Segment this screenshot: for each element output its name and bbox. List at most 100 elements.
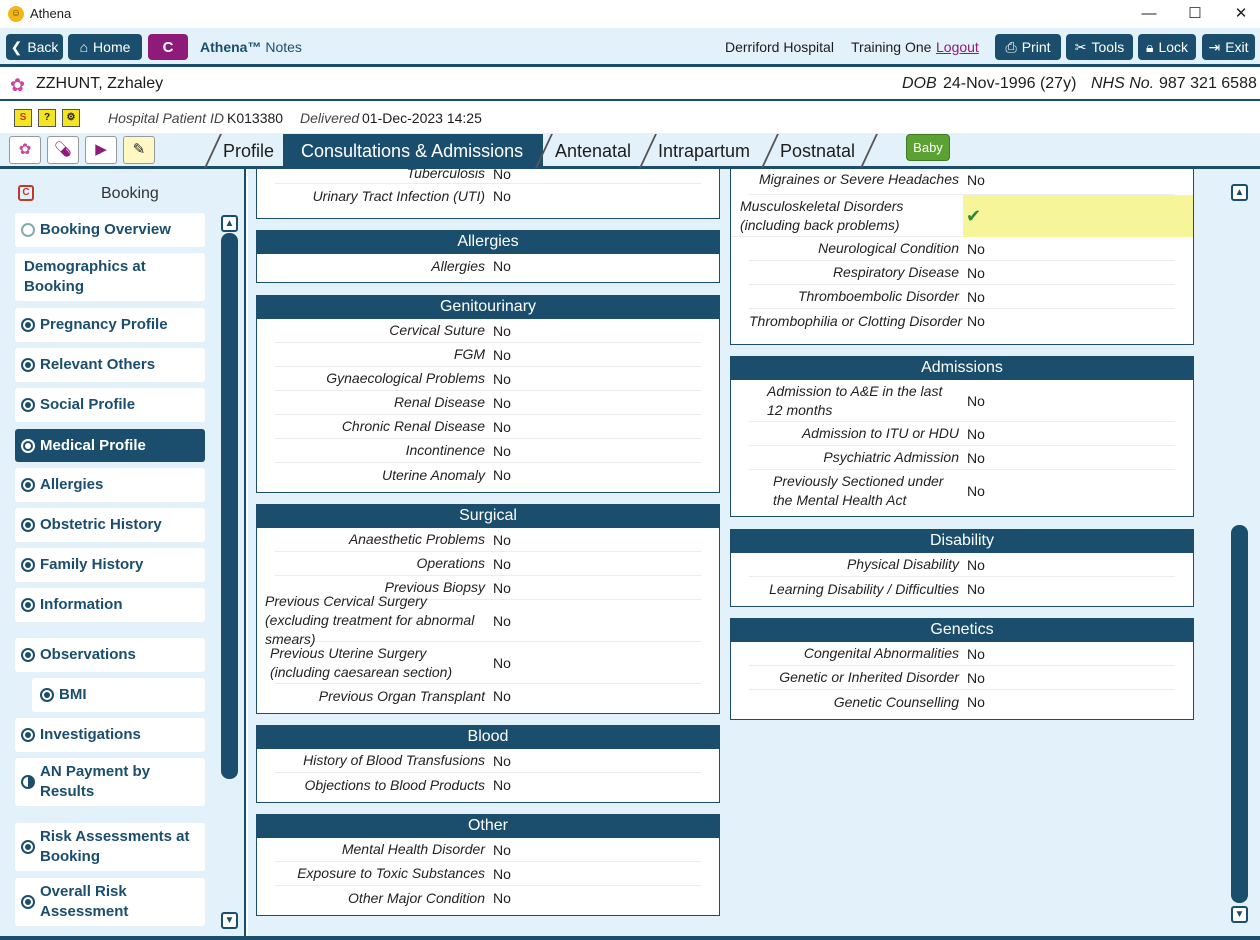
field-value[interactable]: No bbox=[485, 467, 511, 483]
nav-bmi[interactable]: BMI bbox=[32, 678, 205, 712]
field-row: Exposure to Toxic Substances No bbox=[275, 862, 701, 886]
sidebar-scrollbar-thumb[interactable] bbox=[221, 233, 238, 779]
field-value[interactable]: No bbox=[959, 483, 985, 499]
exit-label: Exit bbox=[1225, 39, 1249, 55]
field-value[interactable]: No bbox=[959, 557, 985, 573]
sidebar-scroll-up-icon[interactable]: ▲ bbox=[221, 215, 238, 232]
notes-icon[interactable]: ✎ bbox=[123, 136, 155, 164]
nav-family-history[interactable]: Family History bbox=[15, 548, 205, 582]
nav-risk-assessments[interactable]: Risk Assessments at Booking bbox=[15, 823, 205, 871]
field-value[interactable]: No bbox=[485, 323, 511, 339]
tab-consultations-admissions[interactable]: Consultations & Admissions bbox=[283, 134, 543, 168]
nav-allergies[interactable]: Allergies bbox=[15, 468, 205, 502]
field-value[interactable]: No bbox=[959, 393, 985, 409]
flower-button-icon[interactable]: ✿ bbox=[9, 136, 41, 164]
field-value[interactable]: No bbox=[485, 688, 511, 704]
field-value[interactable]: No bbox=[485, 777, 511, 793]
field-label: Uterine Anomaly bbox=[382, 466, 485, 483]
minimize-button[interactable]: — bbox=[1126, 0, 1172, 28]
tab-intrapartum[interactable]: Intrapartum bbox=[640, 134, 768, 168]
field-value[interactable]: No bbox=[959, 581, 985, 597]
field-value[interactable]: No bbox=[485, 532, 511, 548]
nav-investigations[interactable]: Investigations bbox=[15, 718, 205, 752]
exit-button[interactable]: ⇥ Exit bbox=[1202, 34, 1255, 60]
field-row: Anaesthetic Problems No bbox=[275, 528, 701, 552]
nav-pregnancy-profile[interactable]: Pregnancy Profile bbox=[15, 308, 205, 342]
baby-button[interactable]: Baby bbox=[906, 134, 950, 161]
field-value[interactable]: No bbox=[959, 265, 985, 281]
lock-icon: 🔒︎ bbox=[1145, 38, 1154, 55]
safeguarding-alert-icon[interactable]: S bbox=[14, 109, 32, 127]
nav-an-payment[interactable]: AN Payment by Results bbox=[15, 758, 205, 806]
field-value[interactable]: No bbox=[485, 258, 511, 274]
dob-value: 24-Nov-1996 (27y) bbox=[943, 75, 1077, 92]
field-value[interactable]: No bbox=[959, 241, 985, 257]
nav-obstetric-history[interactable]: Obstetric History bbox=[15, 508, 205, 542]
field-value[interactable]: No bbox=[485, 842, 511, 858]
tab-postnatal[interactable]: Postnatal bbox=[762, 134, 873, 168]
main-scroll-down-icon[interactable]: ▼ bbox=[1231, 906, 1248, 923]
field-value[interactable]: No bbox=[959, 646, 985, 662]
field-value[interactable]: No bbox=[485, 169, 511, 182]
field-value[interactable]: No bbox=[485, 613, 511, 629]
field-value[interactable]: No bbox=[485, 556, 511, 572]
field-value[interactable]: No bbox=[959, 450, 985, 466]
field-value[interactable]: No bbox=[485, 395, 511, 411]
field-value[interactable]: No bbox=[485, 580, 511, 596]
nav-social-profile[interactable]: Social Profile bbox=[15, 388, 205, 422]
back-button[interactable]: ❮ Back bbox=[6, 34, 63, 60]
nav-observations[interactable]: Observations bbox=[15, 638, 205, 672]
print-button[interactable]: ⎙ Print bbox=[995, 34, 1061, 60]
nav-label: Investigations bbox=[40, 726, 141, 743]
nav-relevant-others[interactable]: Relevant Others bbox=[15, 348, 205, 382]
tools-button[interactable]: ✂ Tools bbox=[1066, 34, 1133, 60]
nav-booking-overview[interactable]: Booking Overview bbox=[15, 213, 205, 247]
field-value[interactable]: No bbox=[959, 694, 985, 710]
tab-profile[interactable]: Profile bbox=[205, 134, 292, 168]
blood-panel: Blood History of Blood Transfusions No Ob… bbox=[256, 725, 720, 803]
field-value[interactable]: No bbox=[485, 347, 511, 363]
nav-label: Observations bbox=[40, 646, 136, 663]
home-button[interactable]: ⌂ Home bbox=[68, 34, 142, 60]
window-title: Athena bbox=[30, 6, 72, 21]
tab-antenatal[interactable]: Antenatal bbox=[537, 134, 649, 168]
field-value[interactable]: No bbox=[959, 313, 985, 329]
field-value[interactable]: No bbox=[959, 426, 985, 442]
medication-icon[interactable]: 💊︎ bbox=[47, 136, 79, 164]
checkmark-icon[interactable]: ✔ bbox=[963, 194, 1193, 237]
field-value[interactable]: No bbox=[485, 655, 511, 671]
field-value[interactable]: No bbox=[485, 753, 511, 769]
question-alert-icon[interactable]: ? bbox=[38, 109, 56, 127]
maximize-button[interactable]: ☐ bbox=[1172, 0, 1218, 28]
close-window-button[interactable]: ✕ bbox=[1218, 0, 1260, 28]
nav-medical-profile[interactable]: Medical Profile bbox=[15, 429, 205, 462]
field-value[interactable]: No bbox=[485, 890, 511, 906]
chevron-left-icon: ❮ bbox=[10, 38, 23, 55]
exit-icon: ⇥ bbox=[1208, 38, 1221, 55]
field-value[interactable]: No bbox=[485, 371, 511, 387]
settings-alert-icon[interactable]: ⚙ bbox=[62, 109, 80, 127]
field-value[interactable]: No bbox=[485, 419, 511, 435]
nav-demographics[interactable]: Demographics at Booking bbox=[15, 253, 205, 301]
nav-label: Obstetric History bbox=[40, 516, 162, 533]
field-value[interactable]: No bbox=[485, 443, 511, 459]
nav-information[interactable]: Information bbox=[15, 588, 205, 622]
c-button[interactable]: C bbox=[148, 34, 188, 60]
nav-overall-risk[interactable]: Overall Risk Assessment bbox=[15, 878, 205, 926]
field-value[interactable]: No bbox=[959, 289, 985, 305]
lock-button[interactable]: 🔒︎ Lock bbox=[1138, 34, 1196, 60]
field-value[interactable]: No bbox=[959, 172, 985, 188]
main-scroll-up-icon[interactable]: ▲ bbox=[1231, 184, 1248, 201]
main-scrollbar-thumb[interactable] bbox=[1231, 525, 1248, 903]
home-label: Home bbox=[93, 39, 131, 55]
genitourinary-panel: Genitourinary Cervical Suture No FGM No Gy… bbox=[256, 295, 720, 493]
field-value[interactable]: No bbox=[485, 188, 511, 204]
field-value[interactable]: No bbox=[485, 866, 511, 882]
field-value[interactable]: No bbox=[959, 670, 985, 686]
baby-play-icon[interactable]: ▶ bbox=[85, 136, 117, 164]
field-row: Renal Disease No bbox=[275, 391, 701, 415]
athena-logo-icon: ☺ bbox=[8, 6, 24, 22]
logout-link[interactable]: Logout bbox=[936, 39, 979, 55]
tools-label: Tools bbox=[1091, 39, 1125, 55]
sidebar-scroll-down-icon[interactable]: ▼ bbox=[221, 912, 238, 929]
